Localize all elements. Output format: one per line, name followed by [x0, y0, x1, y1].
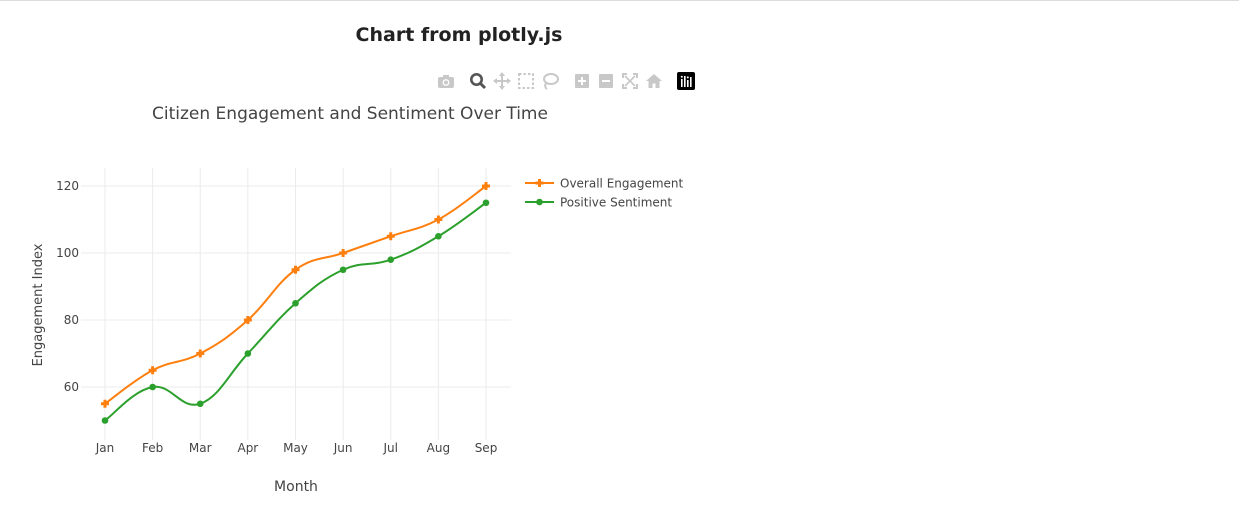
data-point[interactable]: [386, 232, 395, 241]
chart-title: Citizen Engagement and Sentiment Over Ti…: [152, 104, 548, 124]
chart: Citizen Engagement and Sentiment Over Ti…: [31, 104, 684, 495]
data-point[interactable]: [339, 249, 348, 257]
zoom-out-icon[interactable]: [596, 71, 616, 91]
y-tick-label: 100: [56, 246, 79, 260]
data-point[interactable]: [148, 366, 157, 375]
data-point[interactable]: [101, 417, 109, 424]
x-axis-title: Month: [274, 479, 318, 495]
modebar: [436, 71, 701, 91]
data-point[interactable]: [149, 383, 156, 391]
autoscale-icon[interactable]: [620, 71, 640, 91]
data-point[interactable]: [292, 299, 299, 307]
x-tick-label: May: [283, 441, 308, 455]
x-tick-label: Apr: [237, 441, 258, 455]
camera-icon[interactable]: [436, 71, 456, 91]
legend-label: Overall Engagement: [560, 177, 684, 191]
data-point[interactable]: [435, 232, 442, 240]
reset-axes-icon[interactable]: [644, 71, 664, 91]
y-tick-label: 120: [56, 179, 79, 193]
page-title: Chart from plotly.js: [355, 24, 563, 46]
x-tick-label: Jun: [333, 441, 353, 455]
pan-icon[interactable]: [492, 71, 512, 91]
x-tick-label: Aug: [427, 441, 450, 455]
legend-label: Positive Sentiment: [560, 196, 672, 210]
y-tick-label: 80: [64, 313, 79, 327]
data-point[interactable]: [387, 256, 395, 263]
box-select-icon[interactable]: [516, 71, 536, 91]
data-point[interactable]: [196, 349, 205, 358]
x-tick-label: Mar: [189, 441, 212, 455]
zoom-in-icon[interactable]: [572, 71, 592, 91]
x-tick-label: Jul: [383, 441, 398, 455]
legend-item[interactable]: Overall Engagement: [525, 177, 684, 191]
legend-marker[interactable]: [536, 198, 543, 206]
data-point[interactable]: [244, 350, 252, 357]
top-divider: [0, 0, 1239, 1]
y-tick-label: 60: [64, 380, 79, 394]
zoom-icon[interactable]: [468, 71, 488, 91]
data-point[interactable]: [339, 266, 347, 274]
legend-item[interactable]: Positive Sentiment: [525, 196, 672, 210]
lasso-select-icon[interactable]: [540, 71, 560, 91]
x-tick-label: Sep: [475, 441, 498, 455]
y-axis-title: Engagement Index: [31, 243, 46, 366]
x-tick-label: Jan: [95, 441, 115, 455]
data-point[interactable]: [482, 199, 490, 207]
plotly-logo-icon[interactable]: [676, 71, 696, 91]
data-point[interactable]: [196, 400, 204, 408]
x-tick-label: Feb: [142, 441, 163, 455]
legend-marker[interactable]: [535, 179, 544, 187]
data-point[interactable]: [434, 215, 443, 224]
